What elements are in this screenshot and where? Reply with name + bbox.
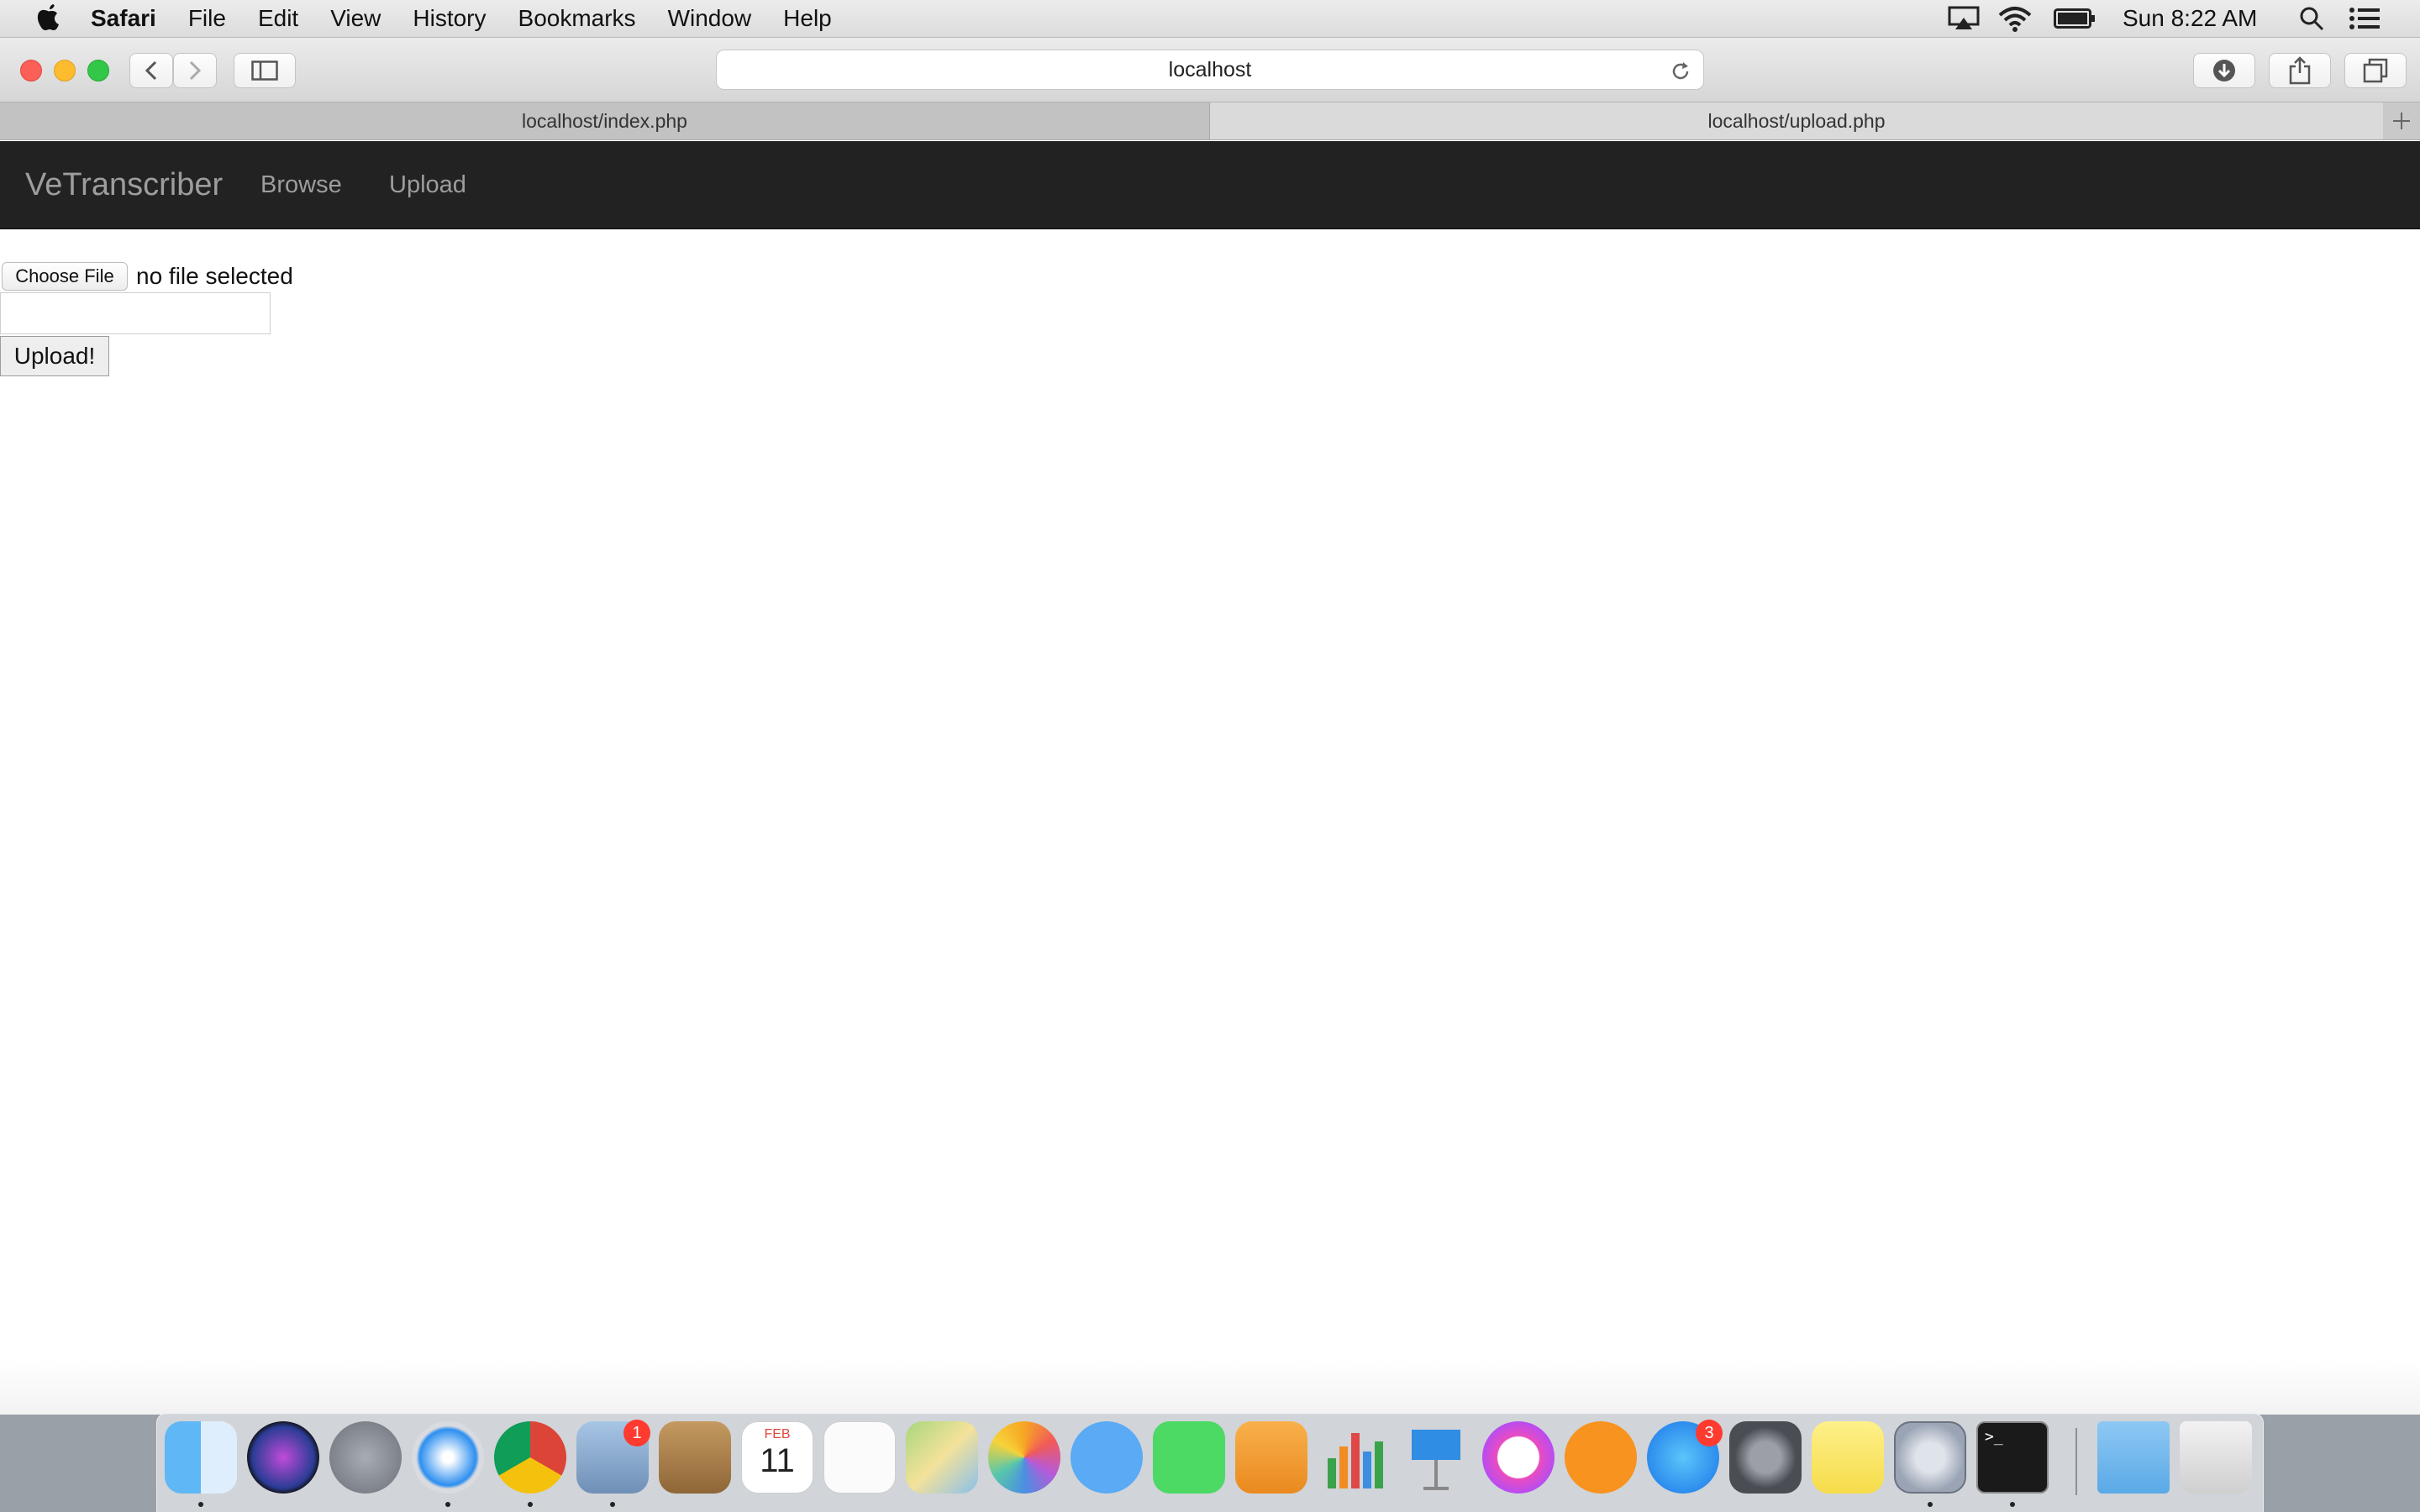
close-window-button[interactable] [20, 60, 42, 81]
notification-center-icon[interactable] [2349, 0, 2380, 37]
sidebar-button[interactable] [234, 53, 296, 88]
upload-submit-button[interactable]: Upload! [0, 336, 109, 376]
address-text: localhost [1168, 57, 1252, 81]
tab-overview-button[interactable] [2344, 53, 2407, 88]
calendar-month: FEB [764, 1427, 791, 1441]
forward-button[interactable] [173, 53, 217, 88]
menu-app-safari[interactable]: Safari [91, 5, 156, 32]
messages-icon[interactable] [1071, 1421, 1143, 1494]
menu-bar: Safari File Edit View History Bookmarks … [0, 0, 2420, 38]
share-button[interactable] [2269, 53, 2331, 88]
chrome-icon[interactable] [494, 1421, 566, 1494]
wifi-icon[interactable] [1998, 0, 2032, 37]
chevron-right-icon [189, 60, 202, 81]
contacts-icon[interactable] [659, 1421, 731, 1494]
system-preferences-icon[interactable] [1729, 1421, 1802, 1494]
battery-icon[interactable] [2054, 0, 2096, 37]
file-status-text: no file selected [136, 263, 293, 289]
reminders-icon[interactable] [823, 1421, 896, 1494]
notes-icon[interactable] [1812, 1421, 1884, 1494]
name-input[interactable] [0, 292, 271, 334]
launchpad-icon[interactable] [329, 1421, 402, 1494]
ibooks-icon[interactable] [1565, 1421, 1637, 1494]
maps-icon[interactable] [906, 1421, 978, 1494]
choose-file-button[interactable]: Choose File [2, 262, 128, 291]
running-indicator [1928, 1502, 1933, 1507]
running-indicator [198, 1502, 203, 1507]
tabs-icon [2363, 58, 2388, 83]
photos-icon[interactable] [988, 1421, 1060, 1494]
mail-badge: 1 [623, 1420, 650, 1446]
calendar-day: 11 [760, 1442, 795, 1479]
running-indicator [445, 1502, 450, 1507]
menu-file[interactable]: File [188, 5, 226, 32]
tab-upload[interactable]: localhost/upload.php [1210, 102, 2383, 139]
tab-bar: localhost/index.php localhost/upload.php [0, 102, 2420, 140]
tab-label: localhost/upload.php [1707, 109, 1886, 132]
facetime-icon[interactable] [1153, 1421, 1225, 1494]
reload-icon[interactable] [1670, 60, 1691, 82]
site-brand[interactable]: VeTranscriber [25, 141, 223, 228]
downloads-folder-icon[interactable] [2097, 1421, 2170, 1494]
siri-icon[interactable] [247, 1421, 319, 1494]
minimize-window-button[interactable] [54, 60, 76, 81]
keynote-icon[interactable] [1400, 1421, 1472, 1494]
safari-icon[interactable] [412, 1421, 484, 1494]
spotlight-search-icon[interactable] [2299, 0, 2324, 37]
pages-icon[interactable] [1235, 1421, 1307, 1494]
network-utility-icon[interactable] [1894, 1421, 1966, 1494]
menu-bookmarks[interactable]: Bookmarks [518, 5, 636, 32]
finder-icon[interactable] [165, 1421, 237, 1494]
airplay-icon[interactable] [1948, 0, 1980, 37]
menu-window[interactable]: Window [668, 5, 752, 32]
tab-index[interactable]: localhost/index.php [0, 102, 1210, 139]
apple-logo-icon[interactable] [34, 3, 62, 34]
menu-history[interactable]: History [413, 5, 486, 32]
trash-icon[interactable] [2180, 1421, 2252, 1494]
new-tab-button[interactable] [2383, 102, 2420, 139]
tab-label: localhost/index.php [522, 109, 687, 132]
browser-toolbar: localhost [0, 38, 2420, 102]
downloads-button[interactable] [2193, 53, 2255, 88]
share-icon [2289, 56, 2311, 85]
app-store-badge: 3 [1696, 1420, 1723, 1446]
itunes-icon[interactable] [1482, 1421, 1555, 1494]
nav-browse-link[interactable]: Browse [260, 141, 342, 228]
running-indicator [528, 1502, 533, 1507]
site-navbar: VeTranscriber Browse Upload [0, 141, 2420, 229]
running-indicator [610, 1502, 615, 1507]
nav-upload-link[interactable]: Upload [389, 141, 466, 228]
download-icon [2213, 60, 2235, 81]
chevron-left-icon [145, 60, 157, 81]
menu-view[interactable]: View [330, 5, 381, 32]
back-button[interactable] [129, 53, 173, 88]
menu-edit[interactable]: Edit [258, 5, 298, 32]
terminal-icon[interactable]: >_ [1976, 1421, 2049, 1494]
calendar-icon[interactable]: FEB 11 [741, 1421, 813, 1494]
address-bar[interactable]: localhost [716, 50, 1704, 90]
running-indicator [2010, 1502, 2015, 1507]
menu-clock[interactable]: Sun 8:22 AM [2123, 0, 2257, 37]
numbers-icon[interactable] [1318, 1421, 1390, 1494]
zoom-window-button[interactable] [87, 60, 109, 81]
page-bottom-shade [0, 1361, 2420, 1415]
sidebar-icon [251, 60, 278, 81]
menu-help[interactable]: Help [783, 5, 832, 32]
dock-separator [2075, 1428, 2077, 1495]
plus-icon [2393, 113, 2410, 129]
